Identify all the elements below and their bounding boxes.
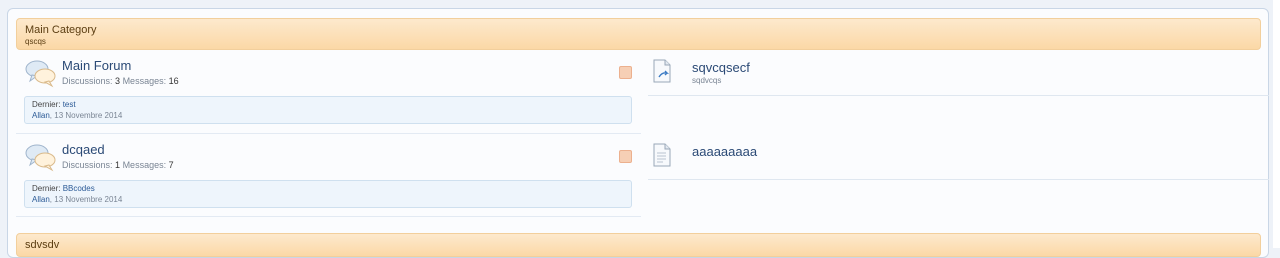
last-post-line: Dernier: test bbox=[32, 100, 76, 109]
forum-stats: Discussions: 3 Messages: 16 bbox=[62, 76, 179, 86]
last-post-prefix: Dernier: bbox=[32, 184, 61, 193]
category-description: qscqs bbox=[25, 37, 46, 46]
node-description: sqdvcqs bbox=[692, 76, 722, 85]
rss-feed-icon[interactable] bbox=[619, 150, 632, 163]
last-thread-link[interactable]: BBcodes bbox=[63, 184, 95, 193]
category-title[interactable]: Main Category bbox=[25, 24, 97, 36]
last-thread-link[interactable]: test bbox=[63, 100, 76, 109]
row-divider bbox=[648, 179, 1269, 180]
node-row-sqvcqsecf: sqvcqsecf sqdvcqs bbox=[648, 57, 1269, 103]
forum-row-main-forum: Main Forum Discussions: 3 Messages: 16 D… bbox=[16, 57, 641, 133]
forum-list-container: Main Category qscqs Main Forum Discussio… bbox=[7, 8, 1269, 258]
row-divider bbox=[648, 95, 1269, 96]
last-post-user-link[interactable]: Allan bbox=[32, 195, 50, 204]
node-row-aaaaaaaaa: aaaaaaaaa bbox=[648, 141, 1269, 187]
chat-bubbles-icon bbox=[25, 60, 56, 88]
forum-title-link[interactable]: Main Forum bbox=[62, 58, 131, 73]
forum-stats: Discussions: 1 Messages: 7 bbox=[62, 160, 174, 170]
last-post-box: Dernier: test Allan, 13 Novembre 2014 bbox=[24, 96, 632, 124]
last-post-user-link[interactable]: Allan bbox=[32, 111, 50, 120]
row-divider bbox=[16, 216, 641, 217]
messages-count: 16 bbox=[168, 76, 179, 86]
scrollbar[interactable] bbox=[1273, 0, 1280, 248]
forum-row-dcqaed: dcqaed Discussions: 1 Messages: 7 Dernie… bbox=[16, 141, 641, 217]
discussions-label: Discussions: bbox=[62, 160, 113, 170]
row-divider bbox=[16, 133, 641, 134]
messages-label: Messages: bbox=[122, 76, 167, 86]
category-title[interactable]: sdvsdv bbox=[25, 239, 59, 251]
messages-count: 7 bbox=[168, 160, 174, 170]
document-page-icon bbox=[653, 143, 671, 167]
category-header-main[interactable]: Main Category qscqs bbox=[16, 18, 1261, 50]
messages-label: Messages: bbox=[122, 160, 167, 170]
discussions-count: 3 bbox=[115, 76, 121, 86]
node-title-link[interactable]: aaaaaaaaa bbox=[692, 144, 757, 159]
last-post-date: , 13 Novembre 2014 bbox=[49, 195, 123, 204]
forum-title-link[interactable]: dcqaed bbox=[62, 142, 105, 157]
last-post-line: Dernier: BBcodes bbox=[32, 184, 95, 193]
discussions-count: 1 bbox=[115, 160, 121, 170]
chat-bubbles-icon bbox=[25, 144, 56, 172]
rss-feed-icon[interactable] bbox=[619, 66, 632, 79]
category-header-sdvsdv[interactable]: sdvsdv bbox=[16, 233, 1261, 257]
last-post-meta: Allan, 13 Novembre 2014 bbox=[32, 195, 122, 204]
discussions-label: Discussions: bbox=[62, 76, 113, 86]
document-link-icon bbox=[653, 59, 671, 83]
last-post-box: Dernier: BBcodes Allan, 13 Novembre 2014 bbox=[24, 180, 632, 208]
node-title-link[interactable]: sqvcqsecf bbox=[692, 60, 750, 75]
last-post-meta: Allan, 13 Novembre 2014 bbox=[32, 111, 122, 120]
last-post-prefix: Dernier: bbox=[32, 100, 61, 109]
last-post-date: , 13 Novembre 2014 bbox=[49, 111, 123, 120]
